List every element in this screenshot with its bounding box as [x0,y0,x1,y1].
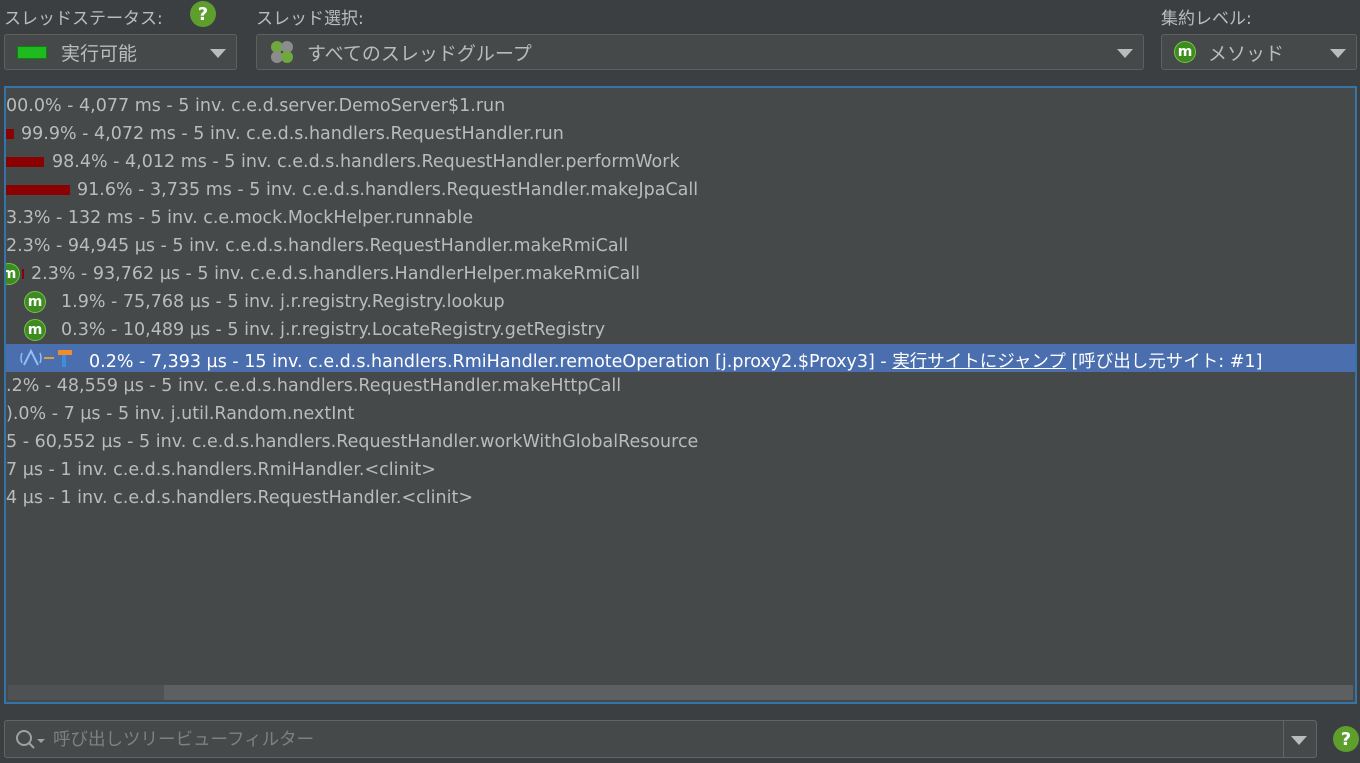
jump-to-site-link[interactable]: 実行サイトにジャンプ [892,352,1066,372]
tree-row[interactable]: m 0.3% - 10,489 µs - 5 inv. j.r.registry… [6,316,1355,344]
tree-row-text: 91.6% - 3,735 ms - 5 inv. c.e.d.s.handle… [77,180,699,200]
method-icon: m [1174,41,1196,63]
tree-row-text: 00.0% - 4,077 ms - 5 inv. c.e.d.server.D… [6,96,506,116]
rmi-call-icon [20,348,72,367]
tree-row-text: 98.4% - 4,012 ms - 5 inv. c.e.d.s.handle… [52,152,680,172]
help-icon[interactable]: ? [1333,726,1359,752]
tree-row-text: 3.3% - 132 ms - 5 inv. c.e.mock.MockHelp… [6,208,474,228]
percentage-bar [6,129,14,139]
thread-select-label: スレッド選択: [256,9,364,29]
thread-status-value: 実行可能 [61,42,138,65]
percentage-bar [6,185,70,195]
tree-row-text: 99.9% - 4,072 ms - 5 inv. c.e.d.s.handle… [21,124,564,144]
tree-row[interactable]: m 2.3% - 93,762 µs - 5 inv. c.e.d.s.hand… [6,260,1355,288]
aggregation-level-label: 集約レベル: [1161,9,1252,29]
tree-row[interactable]: ).0% - 7 µs - 5 inv. j.util.Random.nextI… [6,400,1355,428]
method-icon: m [24,291,46,313]
runnable-status-icon [17,45,47,59]
chevron-down-icon [1330,49,1346,58]
thread-status-dropdown[interactable]: 実行可能 [4,34,237,70]
tree-row-text: 4 µs - 1 inv. c.e.d.s.handlers.RequestHa… [6,488,473,508]
scrollbar-thumb[interactable] [164,685,1353,700]
tree-row-text: 7 µs - 1 inv. c.e.d.s.handlers.RmiHandle… [6,460,436,480]
chevron-down-icon [210,49,226,58]
tree-row-selected[interactable]: 0.2% - 7,393 µs - 15 inv. c.e.d.s.handle… [6,344,1355,372]
tree-row[interactable]: m 1.9% - 75,768 µs - 5 inv. j.r.registry… [6,288,1355,316]
tree-row-text: ).0% - 7 µs - 5 inv. j.util.Random.nextI… [6,404,355,424]
tree-row-text: 2.3% - 93,762 µs - 5 inv. c.e.d.s.handle… [31,264,641,284]
percentage-bar [6,157,44,167]
horizontal-scrollbar[interactable] [8,685,1353,700]
call-tree-filter[interactable] [4,720,1317,758]
thread-select-value: すべてのスレッドグループ [307,42,532,65]
tree-row-text: 1.9% - 75,768 µs - 5 inv. j.r.registry.R… [61,292,505,312]
tree-row-text: 0.3% - 10,489 µs - 5 inv. j.r.registry.L… [61,320,606,340]
method-icon: m [6,263,20,285]
tree-row[interactable]: 2.3% - 94,945 µs - 5 inv. c.e.d.s.handle… [6,232,1355,260]
tree-row[interactable]: 7 µs - 1 inv. c.e.d.s.handlers.RmiHandle… [6,456,1355,484]
tree-row[interactable]: 98.4% - 4,012 ms - 5 inv. c.e.d.s.handle… [6,148,1355,176]
tree-row[interactable]: 99.9% - 4,072 ms - 5 inv. c.e.d.s.handle… [6,120,1355,148]
method-icon: m [24,319,46,341]
aggregation-level-value: メソッド [1208,42,1285,65]
tree-row[interactable]: 00.0% - 4,077 ms - 5 inv. c.e.d.server.D… [6,92,1355,120]
tree-row[interactable]: 4 µs - 1 inv. c.e.d.s.handlers.RequestHa… [6,484,1355,512]
thread-status-label: スレッドステータス: [4,9,163,29]
call-tree[interactable]: 00.0% - 4,077 ms - 5 inv. c.e.d.server.D… [4,86,1357,704]
thread-select-dropdown[interactable]: すべてのスレッドグループ [256,34,1144,70]
tree-row[interactable]: 5 - 60,552 µs - 5 inv. c.e.d.s.handlers.… [6,428,1355,456]
tree-row-text: 2.3% - 94,945 µs - 5 inv. c.e.d.s.handle… [6,236,629,256]
tree-row-text: 0.2% - 7,393 µs - 15 inv. c.e.d.s.handle… [89,352,1263,372]
tree-row[interactable]: 91.6% - 3,735 ms - 5 inv. c.e.d.s.handle… [6,176,1355,204]
aggregation-level-dropdown[interactable]: m メソッド [1161,34,1357,70]
percentage-bar [22,269,24,279]
divider [1283,721,1284,757]
tree-row[interactable]: .2% - 48,559 µs - 5 inv. c.e.d.s.handler… [6,372,1355,400]
help-icon[interactable]: ? [190,1,216,27]
chevron-down-icon [1117,49,1133,58]
search-icon[interactable] [15,729,47,751]
tree-row[interactable]: 3.3% - 132 ms - 5 inv. c.e.mock.MockHelp… [6,204,1355,232]
thread-group-icon [271,41,293,63]
filter-input[interactable] [51,723,1275,757]
tree-row-text: .2% - 48,559 µs - 5 inv. c.e.d.s.handler… [6,376,622,396]
tree-row-text: 5 - 60,552 µs - 5 inv. c.e.d.s.handlers.… [6,432,699,452]
chevron-down-icon[interactable] [1291,736,1307,745]
